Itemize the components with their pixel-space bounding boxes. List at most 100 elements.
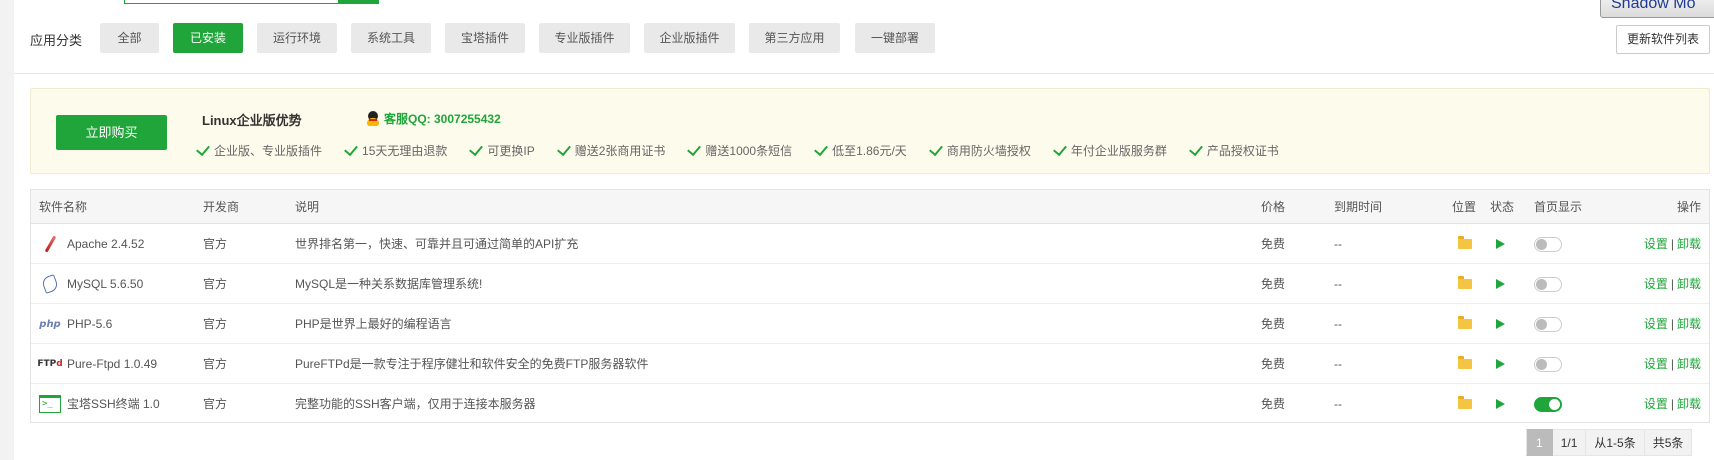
table-header: 软件名称 开发商 说明 价格 到期时间 位置 状态 首页显示 操作 (31, 190, 1709, 224)
header-name[interactable]: 软件名称 (39, 190, 87, 224)
apache-feather-icon (39, 234, 61, 254)
feature-item: 15天无理由退款 (344, 141, 447, 159)
qq-support[interactable]: 客服QQ: 3007255432 (366, 110, 501, 127)
category-system-tools[interactable]: 系统工具 (351, 23, 431, 53)
uninstall-link[interactable]: 卸载 (1677, 277, 1701, 291)
folder-icon[interactable] (1458, 276, 1472, 289)
category-label: 应用分类 (30, 33, 83, 48)
row-actions: 设置 | 卸载 (1643, 357, 1701, 371)
category-installed[interactable]: 已安装 (173, 23, 243, 53)
buy-now-button[interactable]: 立即购买 (56, 115, 167, 150)
folder-icon[interactable] (1458, 356, 1472, 369)
uninstall-link[interactable]: 卸载 (1677, 357, 1701, 371)
expiry: -- (1334, 357, 1342, 371)
feature-item: 年付企业版服务群 (1052, 141, 1167, 159)
row-actions: 设置 | 卸载 (1643, 397, 1701, 411)
check-icon (344, 141, 358, 156)
category-enterprise-plugins[interactable]: 企业版插件 (644, 23, 735, 53)
header-homepage: 首页显示 (1534, 200, 1583, 214)
feature-item: 赠送2张商用证书 (556, 141, 665, 159)
expiry: -- (1334, 317, 1342, 331)
category-bt-plugins[interactable]: 宝塔插件 (445, 23, 525, 53)
software-name[interactable]: 宝塔SSH终端 1.0 (67, 384, 160, 424)
settings-link[interactable]: 设置 (1644, 397, 1668, 411)
header-actions: 操作 (1676, 200, 1701, 214)
table-row: Apache 2.4.52 官方 世界排名第一，快速、可靠并且可通过简单的API… (31, 224, 1709, 264)
feature-item: 商用防火墙授权 (928, 141, 1031, 159)
header-expiry[interactable]: 到期时间 (1334, 190, 1382, 224)
settings-link[interactable]: 设置 (1644, 317, 1668, 331)
header-developer: 开发商 (203, 200, 240, 214)
description: PHP是世界上最好的编程语言 (295, 317, 452, 331)
developer: 官方 (203, 397, 228, 411)
description: 完整功能的SSH客户端，仅用于连接本服务器 (295, 397, 536, 411)
developer: 官方 (203, 317, 228, 331)
homepage-toggle[interactable] (1534, 397, 1562, 412)
homepage-toggle[interactable] (1534, 317, 1562, 332)
shadow-mode-button[interactable]: Shadow Mo (1600, 0, 1714, 18)
description: 世界排名第一，快速、可靠并且可通过简单的API扩充 (295, 237, 579, 251)
developer: 官方 (203, 357, 228, 371)
price: 免费 (1261, 237, 1286, 251)
settings-link[interactable]: 设置 (1644, 357, 1668, 371)
software-name[interactable]: MySQL 5.6.50 (67, 264, 143, 304)
software-table: 软件名称 开发商 说明 价格 到期时间 位置 状态 首页显示 操作 Apache… (30, 189, 1710, 423)
homepage-toggle[interactable] (1534, 357, 1562, 372)
header-status: 状态 (1490, 200, 1515, 214)
folder-icon[interactable] (1458, 396, 1472, 409)
qq-penguin-icon (366, 110, 380, 127)
developer: 官方 (203, 277, 228, 291)
settings-link[interactable]: 设置 (1644, 237, 1668, 251)
feature-item: 产品授权证书 (1188, 141, 1279, 159)
mysql-dolphin-icon (39, 274, 61, 294)
header-price[interactable]: 价格 (1261, 190, 1285, 224)
row-actions: 设置 | 卸载 (1643, 237, 1701, 251)
price: 免费 (1261, 397, 1286, 411)
page-current[interactable]: 1 (1526, 429, 1553, 456)
qq-support-text: 客服QQ: 3007255432 (384, 112, 501, 126)
enterprise-promo-banner: 立即购买 Linux企业版优势 客服QQ: 3007255432 企业版、专业版… (30, 88, 1710, 174)
table-row: >_ 宝塔SSH终端 1.0 官方 完整功能的SSH客户端，仅用于连接本服务器 … (31, 384, 1709, 422)
uninstall-link[interactable]: 卸载 (1677, 397, 1701, 411)
php-logo-icon: php (39, 318, 61, 330)
expiry: -- (1334, 237, 1342, 251)
price: 免费 (1261, 357, 1286, 371)
homepage-toggle[interactable] (1534, 277, 1562, 292)
expiry: -- (1334, 397, 1342, 411)
check-icon (469, 141, 484, 156)
feature-list: 企业版、专业版插件 15天无理由退款 可更换IP 赠送2张商用证书 赠送1000… (196, 141, 1304, 159)
play-icon[interactable] (1496, 399, 1505, 409)
play-icon[interactable] (1496, 279, 1505, 289)
uninstall-link[interactable]: 卸载 (1677, 237, 1701, 251)
page-range: 从1-5条 (1586, 429, 1645, 456)
check-icon (1052, 141, 1067, 156)
table-row: MySQL 5.6.50 官方 MySQL是一种关系数据库管理系统! 免费 --… (31, 264, 1709, 304)
category-pro-plugins[interactable]: 专业版插件 (539, 23, 630, 53)
homepage-toggle[interactable] (1534, 237, 1562, 252)
developer: 官方 (203, 237, 228, 251)
check-icon (928, 141, 943, 156)
uninstall-link[interactable]: 卸载 (1677, 317, 1701, 331)
play-icon[interactable] (1496, 239, 1505, 249)
settings-link[interactable]: 设置 (1644, 277, 1668, 291)
category-one-click-deploy[interactable]: 一键部署 (855, 23, 935, 53)
category-runtime[interactable]: 运行环境 (257, 23, 337, 53)
category-all[interactable]: 全部 (100, 23, 159, 53)
page-count: 1/1 (1552, 429, 1587, 456)
feature-item: 企业版、专业版插件 (196, 141, 322, 159)
header-description: 说明 (295, 200, 320, 214)
search-box-edge[interactable] (124, 0, 379, 4)
play-icon[interactable] (1496, 359, 1505, 369)
header-location: 位置 (1452, 200, 1477, 214)
play-icon[interactable] (1496, 319, 1505, 329)
terminal-icon: >_ (39, 394, 61, 414)
refresh-software-list-button[interactable]: 更新软件列表 (1616, 25, 1710, 54)
software-name[interactable]: Pure-Ftpd 1.0.49 (67, 344, 157, 384)
software-name[interactable]: PHP-5.6 (67, 304, 112, 344)
search-button-edge[interactable] (338, 0, 379, 3)
category-third-party[interactable]: 第三方应用 (749, 23, 840, 53)
folder-icon[interactable] (1458, 236, 1472, 249)
software-name[interactable]: Apache 2.4.52 (67, 224, 144, 264)
folder-icon[interactable] (1458, 316, 1472, 329)
divider (14, 73, 1714, 74)
